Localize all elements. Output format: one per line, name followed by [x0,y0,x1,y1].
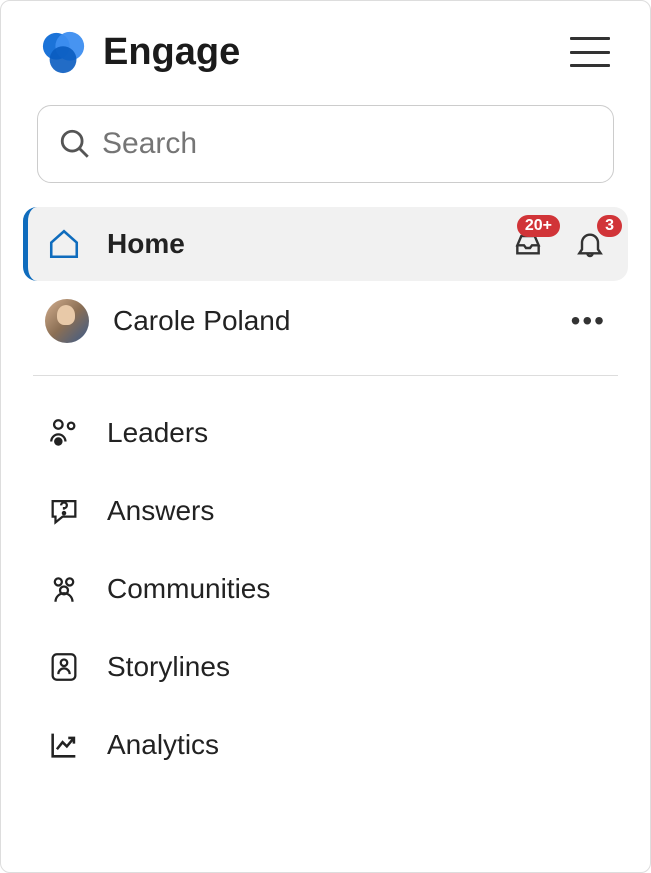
answers-icon [45,492,83,530]
menu-analytics[interactable]: Analytics [23,706,628,784]
search-box[interactable] [37,105,614,183]
search-container [1,85,650,207]
menu-leaders-label: Leaders [107,417,208,449]
menu-analytics-label: Analytics [107,729,219,761]
avatar [45,299,89,343]
header: Engage [1,1,650,85]
engage-logo-icon [41,29,87,75]
menu-storylines[interactable]: Storylines [23,628,628,706]
primary-nav: Home 20+ 3 Carole Poland ••• [1,207,650,361]
menu-communities-label: Communities [107,573,270,605]
search-icon [58,127,92,161]
home-icon [45,225,83,263]
user-row[interactable]: Carole Poland ••• [23,281,628,361]
leaders-icon [45,414,83,452]
menu-answers-label: Answers [107,495,214,527]
nav-home-actions: 20+ 3 [512,228,606,260]
inbox-badge: 20+ [517,215,560,237]
menu-storylines-label: Storylines [107,651,230,683]
divider [33,375,618,376]
menu-communities[interactable]: Communities [23,550,628,628]
hamburger-menu-icon[interactable] [570,37,610,67]
nav-home[interactable]: Home 20+ 3 [23,207,628,281]
notifications-badge: 3 [597,215,622,237]
storylines-icon [45,648,83,686]
menu-answers[interactable]: Answers [23,472,628,550]
menu-leaders[interactable]: Leaders [23,394,628,472]
more-icon[interactable]: ••• [571,305,606,337]
brand: Engage [41,29,240,75]
inbox-button[interactable]: 20+ [512,228,544,260]
app-title: Engage [103,31,240,74]
menu-list: Leaders Answers Communities [1,394,650,784]
notifications-button[interactable]: 3 [574,228,606,260]
communities-icon [45,570,83,608]
analytics-icon [45,726,83,764]
nav-home-label: Home [107,228,488,260]
user-name: Carole Poland [113,305,547,337]
search-input[interactable] [102,127,593,161]
